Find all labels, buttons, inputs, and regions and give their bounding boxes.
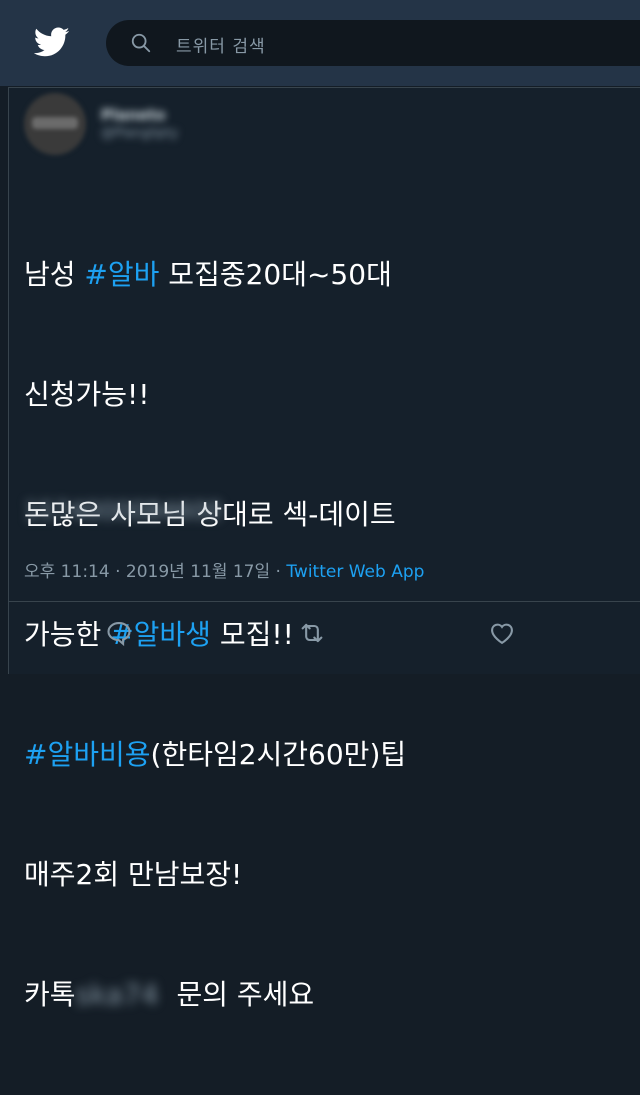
retweet-icon[interactable] — [298, 619, 326, 647]
tweet-meta: 오후 11:14 · 2019년 11월 17일 · Twitter Web A… — [24, 557, 424, 582]
twitter-logo-icon[interactable] — [33, 24, 70, 60]
text-segment: 신청가능!! — [24, 378, 150, 411]
source-link[interactable]: Twitter Web App — [286, 562, 424, 582]
text-segment: 모집중20대~50대 — [159, 258, 392, 291]
avatar[interactable] — [24, 93, 86, 155]
text-segment: 카톡 — [24, 978, 76, 1011]
search-box[interactable]: 트위터 검색 — [106, 20, 640, 66]
top-bar: 트위터 검색 — [0, 0, 640, 86]
search-icon — [130, 32, 152, 54]
author-name[interactable]: Planeto — [101, 106, 166, 124]
blurred-number: 1574000084600 — [24, 497, 223, 525]
like-icon[interactable] — [488, 619, 516, 647]
author-handle[interactable]: @Planglipty — [101, 126, 178, 141]
tweet-card: Planeto @Planglipty 남성 #알바 모집중20대~50대 신청… — [8, 87, 640, 1011]
hashtag-link[interactable]: #알바비용 — [24, 738, 151, 771]
text-segment: 문의 주세요 — [158, 978, 315, 1011]
reply-icon[interactable] — [105, 619, 133, 647]
text-segment: 모집!! — [210, 618, 294, 651]
divider — [9, 601, 640, 602]
text-segment: (한타임2시간60만)팁 — [150, 738, 407, 771]
text-segment: 매주2회 만남보장! — [24, 858, 243, 891]
blurred-id: ska74 — [75, 978, 159, 1011]
search-input[interactable]: 트위터 검색 — [176, 32, 266, 57]
hashtag-link[interactable]: #알바 — [84, 258, 159, 291]
timestamp[interactable]: 오후 11:14 · 2019년 11월 17일 · — [24, 562, 286, 582]
text-segment: 남성 — [24, 258, 85, 291]
text-segment: 가능한 — [24, 618, 111, 651]
